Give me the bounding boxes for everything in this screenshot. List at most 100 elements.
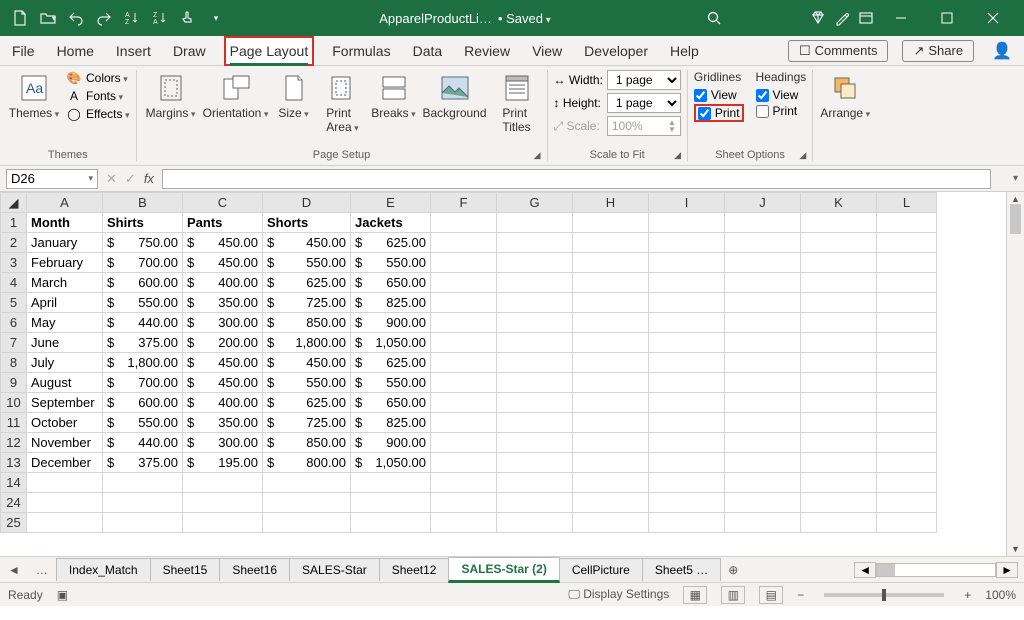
page-setup-launcher[interactable]: ◢ — [534, 150, 541, 161]
cell[interactable]: $450.00 — [183, 233, 263, 253]
grid[interactable]: ◢ABCDEFGHIJKL1MonthShirtsPantsShortsJack… — [0, 192, 1006, 556]
cell[interactable]: $1,800.00 — [103, 353, 183, 373]
cell[interactable]: May — [27, 313, 103, 333]
cell[interactable] — [725, 213, 801, 233]
cell[interactable] — [877, 233, 937, 253]
touch-mode-icon[interactable] — [176, 6, 200, 30]
margins-button[interactable]: Margins — [143, 70, 199, 120]
row-header[interactable]: 8 — [1, 353, 27, 373]
cell[interactable]: $195.00 — [183, 453, 263, 473]
tab-review[interactable]: Review — [460, 38, 514, 64]
cell[interactable] — [351, 513, 431, 533]
print-titles-button[interactable]: Print Titles — [493, 70, 541, 134]
row-header[interactable]: 7 — [1, 333, 27, 353]
cell[interactable] — [649, 493, 725, 513]
row-header[interactable]: 10 — [1, 393, 27, 413]
cell[interactable] — [497, 413, 573, 433]
cell[interactable] — [497, 493, 573, 513]
cell[interactable]: $375.00 — [103, 453, 183, 473]
cell[interactable] — [431, 253, 497, 273]
cell[interactable]: $440.00 — [103, 313, 183, 333]
cell[interactable] — [877, 253, 937, 273]
cell[interactable]: $300.00 — [183, 433, 263, 453]
cell[interactable] — [801, 453, 877, 473]
normal-view-button[interactable]: ▦ — [683, 586, 707, 604]
cell[interactable] — [573, 333, 649, 353]
fonts-button[interactable]: AFonts — [66, 88, 130, 104]
cell[interactable]: $350.00 — [183, 413, 263, 433]
cell[interactable] — [497, 213, 573, 233]
cell[interactable] — [801, 273, 877, 293]
row-header[interactable]: 4 — [1, 273, 27, 293]
cell[interactable] — [573, 233, 649, 253]
sheet-tab[interactable]: Sheet12 — [379, 558, 450, 581]
cell[interactable] — [725, 513, 801, 533]
cell[interactable]: $1,050.00 — [351, 333, 431, 353]
cancel-formula-icon[interactable]: ✕ — [106, 171, 117, 187]
cell[interactable] — [725, 273, 801, 293]
cell[interactable]: $375.00 — [103, 333, 183, 353]
cell[interactable]: Pants — [183, 213, 263, 233]
cell[interactable]: $450.00 — [263, 233, 351, 253]
tab-view[interactable]: View — [528, 38, 566, 64]
cell[interactable]: February — [27, 253, 103, 273]
cell[interactable]: $550.00 — [351, 253, 431, 273]
tab-draw[interactable]: Draw — [169, 38, 210, 64]
cell[interactable]: $550.00 — [103, 293, 183, 313]
share-button[interactable]: ↗ Share — [902, 40, 974, 62]
cell[interactable] — [573, 493, 649, 513]
cell[interactable]: $600.00 — [103, 393, 183, 413]
cell[interactable] — [725, 433, 801, 453]
cell[interactable] — [103, 473, 183, 493]
cell[interactable] — [497, 373, 573, 393]
tab-page-layout[interactable]: Page Layout — [224, 36, 315, 66]
enter-formula-icon[interactable]: ✓ — [125, 171, 136, 187]
cell[interactable] — [649, 293, 725, 313]
cell[interactable]: $900.00 — [351, 313, 431, 333]
cell[interactable] — [801, 393, 877, 413]
cell[interactable] — [573, 313, 649, 333]
zoom-out-button[interactable]: − — [797, 588, 804, 602]
cell[interactable] — [649, 433, 725, 453]
row-header[interactable]: 12 — [1, 433, 27, 453]
cell[interactable]: $200.00 — [183, 333, 263, 353]
headings-print-checkbox[interactable]: Print — [756, 104, 807, 118]
cell[interactable]: $550.00 — [263, 253, 351, 273]
cell[interactable] — [263, 473, 351, 493]
cell[interactable]: October — [27, 413, 103, 433]
cell[interactable]: $750.00 — [103, 233, 183, 253]
minimize-button[interactable] — [878, 0, 924, 36]
cell[interactable]: January — [27, 233, 103, 253]
row-header[interactable]: 1 — [1, 213, 27, 233]
cell[interactable]: $725.00 — [263, 293, 351, 313]
cell[interactable] — [877, 373, 937, 393]
cell[interactable]: $625.00 — [351, 233, 431, 253]
cell[interactable] — [801, 413, 877, 433]
col-header-J[interactable]: J — [725, 193, 801, 213]
row-header[interactable]: 9 — [1, 373, 27, 393]
cell[interactable] — [801, 473, 877, 493]
cell[interactable]: November — [27, 433, 103, 453]
cell[interactable] — [431, 273, 497, 293]
hscroll-left[interactable]: ◄ — [854, 562, 876, 578]
close-button[interactable] — [970, 0, 1016, 36]
open-file-icon[interactable]: ▾ — [36, 6, 60, 30]
sheet-nav-prev[interactable]: ◄ — [0, 563, 28, 577]
cell[interactable] — [497, 393, 573, 413]
cell[interactable] — [573, 273, 649, 293]
cell[interactable] — [801, 333, 877, 353]
cell[interactable] — [351, 473, 431, 493]
cell[interactable] — [497, 473, 573, 493]
sheet-nav-more[interactable]: … — [28, 563, 56, 577]
cell[interactable] — [431, 433, 497, 453]
themes-button[interactable]: Aa Themes — [6, 70, 62, 120]
height-select[interactable]: 1 page — [607, 93, 681, 113]
cell[interactable] — [431, 313, 497, 333]
zoom-in-button[interactable]: + — [964, 588, 971, 602]
cell[interactable] — [877, 313, 937, 333]
cell[interactable] — [573, 373, 649, 393]
cell[interactable] — [649, 473, 725, 493]
breaks-button[interactable]: Breaks — [371, 70, 417, 120]
width-select[interactable]: 1 page — [607, 70, 681, 90]
tab-file[interactable]: File — [8, 38, 39, 64]
